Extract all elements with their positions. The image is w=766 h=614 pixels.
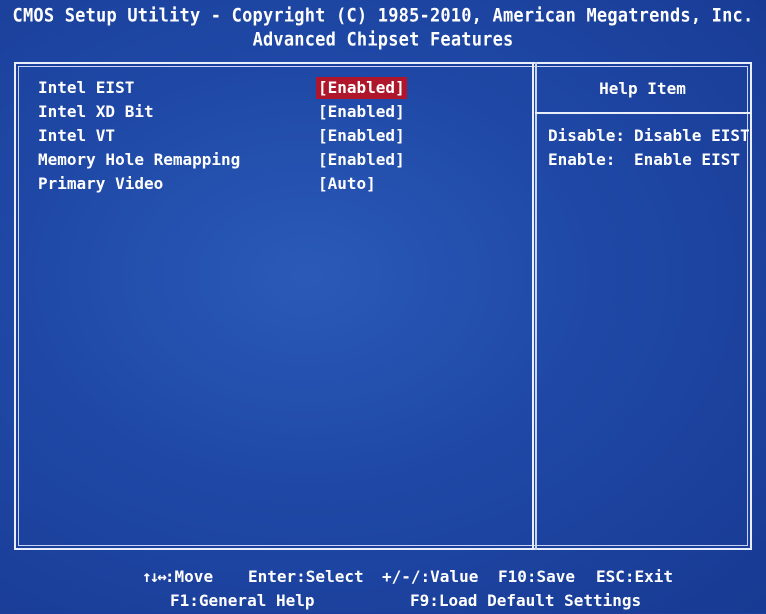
page-title: Advanced Chipset Features xyxy=(252,29,514,51)
menu-item-label: Intel XD Bit xyxy=(38,102,154,121)
menu-item-label: Intel VT xyxy=(38,126,116,145)
menu-item-memory-hole-remapping[interactable]: Memory Hole Remapping [Enabled] xyxy=(38,149,518,173)
menu-item-intel-vt[interactable]: Intel VT [Enabled] xyxy=(38,125,518,149)
menu-item-primary-video[interactable]: Primary Video [Auto] xyxy=(38,173,518,197)
save-hint: F10:Save xyxy=(498,567,576,586)
help-line-enable: Enable: Enable EIST xyxy=(548,148,750,172)
enter-hint: Enter:Select xyxy=(248,567,364,586)
menu-item-value[interactable]: [Enabled] xyxy=(316,101,407,123)
help-text: Enable EIST xyxy=(634,150,740,169)
help-key: Enable: xyxy=(548,150,616,169)
menu-item-value[interactable]: [Enabled] xyxy=(316,125,407,147)
utility-title: CMOS Setup Utility - Copyright (C) 1985-… xyxy=(12,5,754,27)
menu-item-label: Intel EIST xyxy=(38,78,135,97)
key-legend: ↑↓↔:Move Enter:Select +/-/:Value F10:Sav… xyxy=(0,566,766,614)
help-key: Disable: xyxy=(548,126,626,145)
help-text: Disable EIST xyxy=(634,126,750,145)
help-line-disable: Disable: Disable EIST xyxy=(548,124,750,148)
menu-item-label: Memory Hole Remapping xyxy=(38,150,241,169)
header: CMOS Setup Utility - Copyright (C) 1985-… xyxy=(0,4,766,52)
load-defaults-hint: F9:Load Default Settings xyxy=(410,591,642,610)
menu-item-intel-xd-bit[interactable]: Intel XD Bit [Enabled] xyxy=(38,101,518,125)
help-title: Help Item xyxy=(599,79,686,98)
help-panel: Disable: Disable EIST Enable: Enable EIST xyxy=(548,124,750,172)
move-hint: ↑↓↔:Move xyxy=(142,566,213,588)
panel-divider xyxy=(532,62,534,550)
menu-item-value[interactable]: [Enabled] xyxy=(316,149,407,171)
menu-item-value[interactable]: [Auto] xyxy=(316,173,378,195)
exit-hint: ESC:Exit xyxy=(596,567,674,586)
general-help-hint: F1:General Help xyxy=(170,591,315,610)
help-divider xyxy=(535,112,750,114)
value-hint: +/-/:Value xyxy=(382,567,479,586)
menu-item-value[interactable]: [Enabled] xyxy=(316,77,407,99)
settings-menu: Intel EIST [Enabled] Intel XD Bit [Enabl… xyxy=(38,77,518,197)
menu-item-intel-eist[interactable]: Intel EIST [Enabled] xyxy=(38,77,518,101)
arrow-keys-icon: ↑↓↔ xyxy=(142,567,167,586)
menu-item-label: Primary Video xyxy=(38,174,164,193)
move-hint-text: :Move xyxy=(164,567,214,586)
bios-screen: CMOS Setup Utility - Copyright (C) 1985-… xyxy=(0,0,766,613)
